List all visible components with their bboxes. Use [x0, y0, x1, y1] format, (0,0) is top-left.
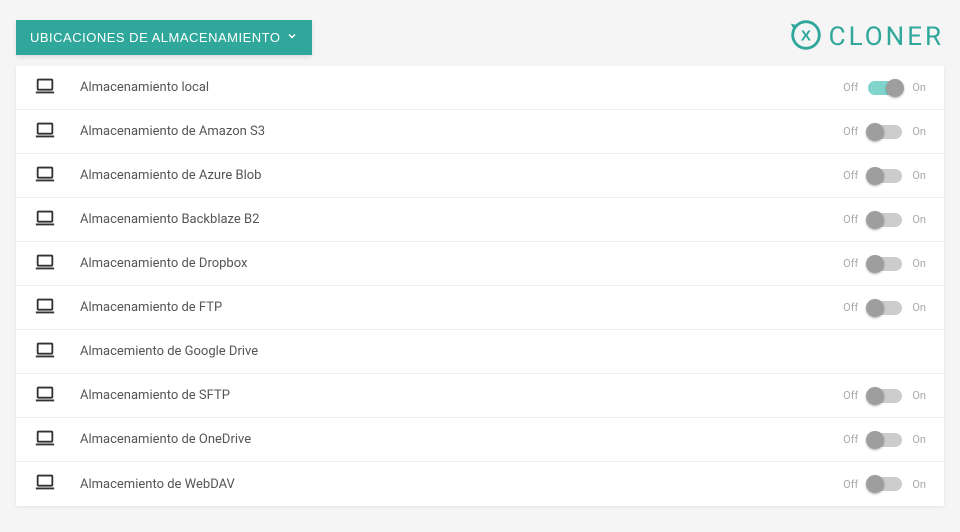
laptop-icon	[34, 383, 58, 409]
laptop-icon	[34, 427, 58, 453]
storage-row[interactable]: Almacenamiento de FTPOff On	[16, 286, 944, 330]
toggle-on-label: On	[912, 257, 926, 270]
toggle-off-label: Off	[843, 81, 858, 94]
storage-label: Almacemiento de WebDAV	[80, 477, 843, 492]
laptop-icon	[34, 163, 58, 189]
toggle-knob	[866, 167, 884, 185]
storage-toggle[interactable]	[868, 301, 902, 315]
storage-row[interactable]: Almacenamiento de DropboxOff On	[16, 242, 944, 286]
toggle-knob	[866, 211, 884, 229]
laptop-icon	[34, 119, 58, 145]
laptop-icon	[34, 471, 58, 497]
svg-text:X: X	[801, 28, 811, 45]
toggle-group: Off On	[843, 81, 926, 95]
toggle-off-label: Off	[843, 213, 858, 226]
storage-label: Almacenamiento de Amazon S3	[80, 124, 843, 139]
storage-label: Almacenamiento de Dropbox	[80, 256, 843, 271]
storage-toggle[interactable]	[868, 213, 902, 227]
toggle-group: Off On	[843, 257, 926, 271]
toggle-off-label: Off	[843, 433, 858, 446]
toggle-off-label: Off	[843, 169, 858, 182]
storage-label: Almacenamiento de SFTP	[80, 388, 843, 403]
toggle-group: Off On	[843, 433, 926, 447]
toggle-on-label: On	[912, 478, 926, 491]
storage-toggle[interactable]	[868, 81, 902, 95]
toggle-off-label: Off	[843, 478, 858, 491]
storage-toggle[interactable]	[868, 169, 902, 183]
toggle-knob	[866, 475, 884, 493]
toggle-knob	[866, 255, 884, 273]
storage-row[interactable]: Almacenamiento de Azure BlobOff On	[16, 154, 944, 198]
toggle-group: Off On	[843, 169, 926, 183]
toggle-knob	[886, 79, 904, 97]
toggle-group: Off On	[843, 301, 926, 315]
toggle-group: Off On	[843, 213, 926, 227]
toggle-off-label: Off	[843, 125, 858, 138]
laptop-icon	[34, 251, 58, 277]
laptop-icon	[34, 207, 58, 233]
storage-toggle[interactable]	[868, 125, 902, 139]
toggle-group: Off On	[843, 125, 926, 139]
toggle-knob	[866, 299, 884, 317]
chevron-down-icon	[286, 30, 298, 45]
toggle-group: Off On	[843, 389, 926, 403]
toggle-on-label: On	[912, 213, 926, 226]
storage-locations-dropdown[interactable]: UBICACIONES DE ALMACENAMIENTO	[16, 20, 312, 55]
storage-row[interactable]: Almacemiento de Google Drive	[16, 330, 944, 374]
storage-row[interactable]: Almacemiento de WebDAVOff On	[16, 462, 944, 506]
storage-row[interactable]: Almacenamiento localOff On	[16, 66, 944, 110]
app-logo: X CLONER	[787, 16, 944, 58]
toggle-on-label: On	[912, 81, 926, 94]
storage-toggle[interactable]	[868, 477, 902, 491]
storage-label: Almacenamiento de OneDrive	[80, 432, 843, 447]
storage-label: Almacemiento de Google Drive	[80, 344, 926, 359]
storage-row[interactable]: Almacenamiento de OneDriveOff On	[16, 418, 944, 462]
storage-label: Almacenamiento de FTP	[80, 300, 843, 315]
laptop-icon	[34, 295, 58, 321]
toggle-off-label: Off	[843, 389, 858, 402]
toggle-on-label: On	[912, 389, 926, 402]
logo-text: CLONER	[829, 22, 944, 52]
storage-label: Almacenamiento Backblaze B2	[80, 212, 843, 227]
storage-row[interactable]: Almacenamiento de Amazon S3Off On	[16, 110, 944, 154]
storage-label: Almacenamiento de Azure Blob	[80, 168, 843, 183]
toggle-off-label: Off	[843, 257, 858, 270]
toggle-knob	[866, 387, 884, 405]
storage-label: Almacenamiento local	[80, 80, 843, 95]
storage-row[interactable]: Almacenamiento de SFTPOff On	[16, 374, 944, 418]
storage-row[interactable]: Almacenamiento Backblaze B2Off On	[16, 198, 944, 242]
storage-toggle[interactable]	[868, 389, 902, 403]
logo-mark-icon: X	[787, 16, 825, 58]
toggle-on-label: On	[912, 433, 926, 446]
storage-toggle[interactable]	[868, 257, 902, 271]
dropdown-label: UBICACIONES DE ALMACENAMIENTO	[30, 30, 280, 45]
laptop-icon	[34, 75, 58, 101]
laptop-icon	[34, 339, 58, 365]
toggle-on-label: On	[912, 169, 926, 182]
toggle-off-label: Off	[843, 301, 858, 314]
toggle-knob	[866, 123, 884, 141]
toggle-on-label: On	[912, 301, 926, 314]
toggle-group: Off On	[843, 477, 926, 491]
toggle-on-label: On	[912, 125, 926, 138]
storage-toggle[interactable]	[868, 433, 902, 447]
storage-list: Almacenamiento localOffOnAlmacenamiento …	[16, 66, 944, 506]
toggle-knob	[866, 431, 884, 449]
